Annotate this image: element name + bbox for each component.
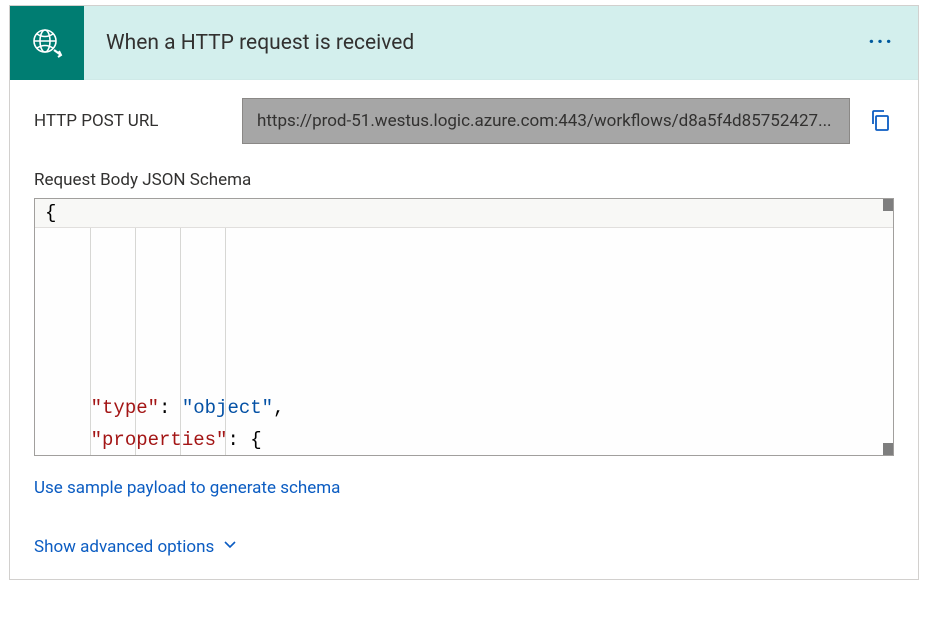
use-sample-payload-link[interactable]: Use sample payload to generate schema — [34, 478, 340, 498]
card-menu-button[interactable]: ··· — [862, 28, 900, 58]
code-line-0: { — [35, 199, 893, 228]
card-header: When a HTTP request is received ··· — [10, 6, 918, 80]
card-title: When a HTTP request is received — [84, 31, 862, 55]
http-post-url-label: HTTP POST URL — [34, 111, 224, 131]
scrollbar-cap-top — [883, 199, 893, 211]
show-advanced-options-label: Show advanced options — [34, 537, 214, 557]
http-trigger-card: When a HTTP request is received ··· HTTP… — [9, 5, 919, 580]
card-body: HTTP POST URL https://prod-51.westus.log… — [10, 80, 918, 579]
chevron-down-icon — [222, 536, 238, 557]
schema-label: Request Body JSON Schema — [34, 170, 894, 190]
copy-icon — [868, 108, 892, 132]
http-post-url-field[interactable]: https://prod-51.westus.logic.azure.com:4… — [242, 98, 850, 144]
code-lines: "type": "object", "properties": { "heade… — [35, 228, 893, 456]
show-advanced-options-button[interactable]: Show advanced options — [34, 536, 238, 557]
sample-payload-row: Use sample payload to generate schema — [34, 478, 894, 498]
http-request-icon — [10, 6, 84, 80]
json-schema-editor[interactable]: { "type": "object", "properties": { "hea… — [34, 198, 894, 456]
http-post-url-row: HTTP POST URL https://prod-51.westus.log… — [34, 98, 894, 144]
copy-url-button[interactable] — [868, 108, 894, 134]
code-line-2: "properties": { — [45, 429, 262, 451]
code-line-1: "type": "object", — [45, 397, 284, 419]
